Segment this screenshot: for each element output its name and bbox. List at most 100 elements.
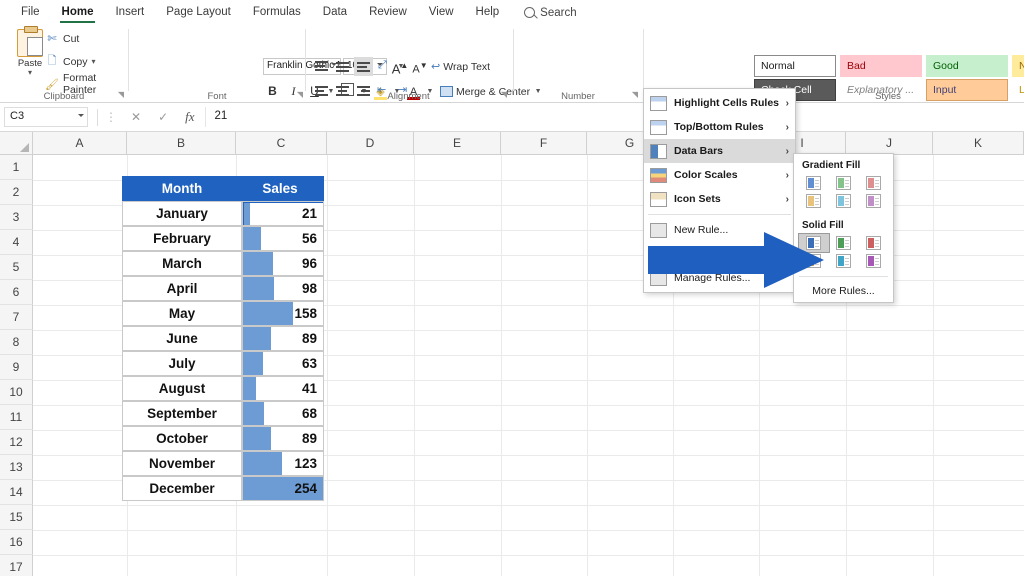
- ribbon-tab-file[interactable]: File: [10, 0, 51, 25]
- ribbon-tab-review[interactable]: Review: [358, 0, 418, 25]
- cell-sales[interactable]: 68: [242, 401, 324, 426]
- cell-sales[interactable]: 158: [242, 301, 324, 326]
- column-header-J[interactable]: J: [846, 132, 933, 155]
- purple-solid-databar[interactable]: [858, 252, 888, 270]
- row-header-12[interactable]: 12: [0, 430, 33, 455]
- column-header-A[interactable]: A: [33, 132, 127, 155]
- table-row[interactable]: June 89: [122, 326, 324, 351]
- purple-gradient-databar[interactable]: [858, 192, 888, 210]
- red-solid-databar[interactable]: [858, 234, 888, 252]
- red-gradient-databar[interactable]: [858, 174, 888, 192]
- cell-month[interactable]: May: [122, 301, 242, 326]
- lightblue-solid-databar[interactable]: [829, 252, 859, 270]
- clipboard-dialog-launcher[interactable]: ◥: [118, 90, 124, 99]
- cancel-icon[interactable]: ✕: [131, 110, 141, 124]
- cell-sales[interactable]: 41: [242, 376, 324, 401]
- row-header-11[interactable]: 11: [0, 405, 33, 430]
- cell-style-bad[interactable]: Bad: [840, 55, 922, 77]
- column-header-F[interactable]: F: [501, 132, 587, 155]
- number-dialog-launcher[interactable]: ◥: [632, 90, 638, 99]
- alignment-dialog-launcher[interactable]: ◥: [501, 90, 507, 99]
- row-header-4[interactable]: 4: [0, 230, 33, 255]
- column-header-B[interactable]: B: [127, 132, 236, 155]
- cell-month[interactable]: July: [122, 351, 242, 376]
- row-header-3[interactable]: 3: [0, 205, 33, 230]
- row-header-7[interactable]: 7: [0, 305, 33, 330]
- ribbon-tab-view[interactable]: View: [418, 0, 465, 25]
- orange-gradient-databar[interactable]: [799, 192, 829, 210]
- cell-month[interactable]: March: [122, 251, 242, 276]
- cell-style-ne[interactable]: Ne: [1012, 55, 1024, 77]
- table-row[interactable]: January 21: [122, 201, 324, 226]
- row-header-17[interactable]: 17: [0, 555, 33, 576]
- orientation-caret-icon[interactable]: ▼: [396, 63, 406, 70]
- row-header-10[interactable]: 10: [0, 380, 33, 405]
- table-row[interactable]: September 68: [122, 401, 324, 426]
- insert-function-icon[interactable]: fx: [185, 109, 194, 125]
- ribbon-tab-help[interactable]: Help: [465, 0, 511, 25]
- table-row[interactable]: March 96: [122, 251, 324, 276]
- row-header-9[interactable]: 9: [0, 355, 33, 380]
- table-row[interactable]: February 56: [122, 226, 324, 251]
- row-header-8[interactable]: 8: [0, 330, 33, 355]
- table-row[interactable]: December 254: [122, 476, 324, 501]
- search-box[interactable]: Search: [524, 7, 577, 19]
- cell-sales[interactable]: 63: [242, 351, 324, 376]
- ribbon-tab-page-layout[interactable]: Page Layout: [155, 0, 242, 25]
- name-box[interactable]: C3: [4, 107, 88, 127]
- menu-item-highlight-cells-rules[interactable]: Highlight Cells Rules ›: [644, 91, 795, 115]
- cell-sales[interactable]: 98: [242, 276, 324, 301]
- column-header-K[interactable]: K: [933, 132, 1024, 155]
- cell-month[interactable]: August: [122, 376, 242, 401]
- ribbon-tab-data[interactable]: Data: [312, 0, 358, 25]
- ribbon-tab-home[interactable]: Home: [51, 0, 105, 25]
- menu-item-top-bottom-rules[interactable]: Top/Bottom Rules ›: [644, 115, 795, 139]
- confirm-icon[interactable]: ✓: [158, 110, 168, 124]
- row-header-6[interactable]: 6: [0, 280, 33, 305]
- cell-sales[interactable]: 21: [242, 201, 324, 226]
- cell-sales[interactable]: 89: [242, 326, 324, 351]
- orientation-button[interactable]: ⤢: [375, 57, 394, 76]
- cell-month[interactable]: October: [122, 426, 242, 451]
- green-gradient-databar[interactable]: [829, 174, 859, 192]
- row-header-5[interactable]: 5: [0, 255, 33, 280]
- cell-style-normal[interactable]: Normal: [754, 55, 836, 77]
- row-header-16[interactable]: 16: [0, 530, 33, 555]
- copy-caret-icon[interactable]: ▾: [92, 58, 96, 66]
- select-all-corner[interactable]: [0, 132, 33, 155]
- align-top-button[interactable]: [312, 57, 331, 76]
- ribbon-tab-formulas[interactable]: Formulas: [242, 0, 312, 25]
- cell-month[interactable]: December: [122, 476, 242, 501]
- cell-style-good[interactable]: Good: [926, 55, 1008, 77]
- row-header-1[interactable]: 1: [0, 155, 33, 180]
- cell-month[interactable]: April: [122, 276, 242, 301]
- green-solid-databar[interactable]: [829, 234, 859, 252]
- cell-sales[interactable]: 254: [242, 476, 324, 501]
- ribbon-tab-insert[interactable]: Insert: [104, 0, 155, 25]
- wrap-text-button[interactable]: ↩ Wrap Text: [431, 60, 490, 74]
- table-row[interactable]: November 123: [122, 451, 324, 476]
- cell-month[interactable]: June: [122, 326, 242, 351]
- cell-sales[interactable]: 96: [242, 251, 324, 276]
- row-header-2[interactable]: 2: [0, 180, 33, 205]
- table-row[interactable]: April 98: [122, 276, 324, 301]
- lightblue-gradient-databar[interactable]: [829, 192, 859, 210]
- row-header-15[interactable]: 15: [0, 505, 33, 530]
- menu-item-data-bars[interactable]: Data Bars ›: [644, 139, 795, 163]
- align-middle-button[interactable]: [333, 57, 352, 76]
- column-header-C[interactable]: C: [236, 132, 327, 155]
- cell-sales[interactable]: 123: [242, 451, 324, 476]
- font-dialog-launcher[interactable]: ◥: [297, 90, 303, 99]
- cell-sales[interactable]: 56: [242, 226, 324, 251]
- cut-button[interactable]: ✄ Cut: [45, 32, 79, 46]
- menu-item-icon-sets[interactable]: Icon Sets ›: [644, 187, 795, 211]
- column-header-D[interactable]: D: [327, 132, 414, 155]
- row-header-14[interactable]: 14: [0, 480, 33, 505]
- cell-sales[interactable]: 89: [242, 426, 324, 451]
- cell-month[interactable]: February: [122, 226, 242, 251]
- blue-gradient-databar[interactable]: [799, 174, 829, 192]
- copy-button[interactable]: 🗋 Copy ▾: [45, 52, 96, 71]
- formula-input[interactable]: 21: [204, 107, 1024, 127]
- table-row[interactable]: May 158: [122, 301, 324, 326]
- cell-month[interactable]: September: [122, 401, 242, 426]
